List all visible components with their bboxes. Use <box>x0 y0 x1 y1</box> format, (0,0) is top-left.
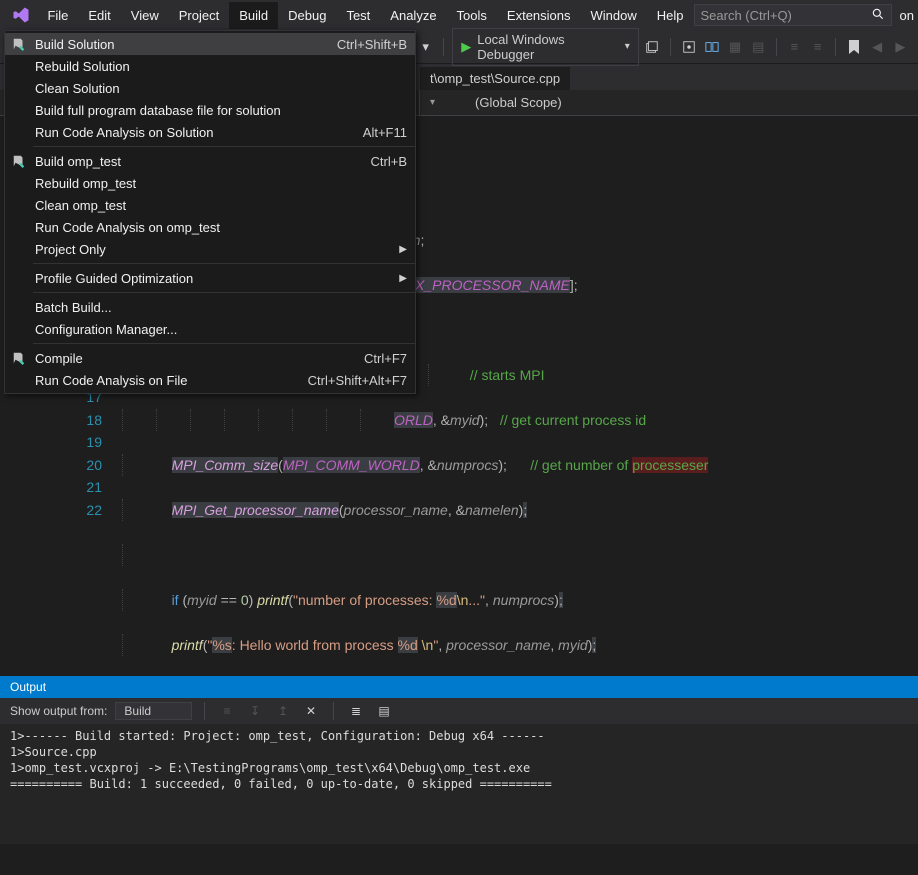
output-panel-header[interactable]: Output <box>0 676 918 698</box>
menu-item-run-code-analysis-on-file[interactable]: Run Code Analysis on FileCtrl+Shift+Alt+… <box>5 369 415 391</box>
dropdown-icon[interactable]: ▾ <box>416 37 435 57</box>
chevron-right-icon: ▶ <box>399 244 407 255</box>
output-icon-end[interactable]: ▤ <box>374 701 394 721</box>
output-text[interactable]: 1>------ Build started: Project: omp_tes… <box>0 724 918 844</box>
menu-view[interactable]: View <box>121 2 169 29</box>
run-label: Local Windows Debugger <box>477 32 618 62</box>
menu-item-clean-omp-test[interactable]: Clean omp_test <box>5 194 415 216</box>
search-placeholder: Search (Ctrl+Q) <box>701 8 792 23</box>
build-icon <box>11 154 27 168</box>
show-output-from-label: Show output from: <box>10 704 107 718</box>
play-icon: ▶ <box>461 39 471 55</box>
toolbar-icon-1[interactable] <box>643 37 662 57</box>
search-input[interactable]: Search (Ctrl+Q) <box>694 4 892 26</box>
scope-selector-left[interactable]: ▾ <box>420 93 445 112</box>
vs-logo-icon <box>10 3 31 27</box>
menu-item-rebuild-solution[interactable]: Rebuild Solution <box>5 55 415 77</box>
menu-build[interactable]: Build <box>229 2 278 29</box>
menu-item-build-full-program-database-file-for-solution[interactable]: Build full program database file for sol… <box>5 99 415 121</box>
menu-extensions[interactable]: Extensions <box>497 2 581 29</box>
menu-item-rebuild-omp-test[interactable]: Rebuild omp_test <box>5 172 415 194</box>
chevron-down-icon: ▾ <box>430 97 435 108</box>
toolbar-icon-4[interactable]: ▦ <box>725 37 744 57</box>
output-icon-3[interactable]: ↥ <box>273 701 293 721</box>
search-icon <box>871 7 885 24</box>
active-tab[interactable]: t\omp_test\Source.cpp <box>420 67 570 90</box>
toolbar-icon-3[interactable] <box>702 37 721 57</box>
run-debugger-button[interactable]: ▶ Local Windows Debugger ▾ <box>452 28 639 66</box>
menu-item-build-solution[interactable]: Build SolutionCtrl+Shift+B <box>5 33 415 55</box>
output-icon-1[interactable]: ≡ <box>217 701 237 721</box>
output-source-dropdown[interactable]: Build <box>115 702 192 720</box>
bookmark-next-icon[interactable]: ▶ <box>891 37 910 57</box>
build-icon <box>11 37 27 51</box>
chevron-right-icon: ▶ <box>399 273 407 284</box>
output-toolbar: Show output from: Build ≡ ↧ ↥ ✕ ≣ ▤ <box>0 698 918 724</box>
menu-file[interactable]: File <box>37 2 78 29</box>
menu-item-batch-build-[interactable]: Batch Build... <box>5 296 415 318</box>
menu-item-compile[interactable]: CompileCtrl+F7 <box>5 347 415 369</box>
menu-item-configuration-manager-[interactable]: Configuration Manager... <box>5 318 415 340</box>
menu-analyze[interactable]: Analyze <box>380 2 446 29</box>
menu-debug[interactable]: Debug <box>278 2 336 29</box>
menu-item-run-code-analysis-on-solution[interactable]: Run Code Analysis on SolutionAlt+F11 <box>5 121 415 143</box>
user-label[interactable]: on <box>900 8 914 23</box>
toolbar-icon-2[interactable] <box>679 37 698 57</box>
compile-icon <box>11 351 27 365</box>
menu-item-clean-solution[interactable]: Clean Solution <box>5 77 415 99</box>
menu-item-build-omp-test[interactable]: Build omp_testCtrl+B <box>5 150 415 172</box>
menu-item-run-code-analysis-on-omp-test[interactable]: Run Code Analysis on omp_test <box>5 216 415 238</box>
menu-project[interactable]: Project <box>169 2 229 29</box>
output-wrap-icon[interactable]: ≣ <box>346 701 366 721</box>
menu-tools[interactable]: Tools <box>447 2 497 29</box>
chevron-down-icon: ▾ <box>625 41 630 52</box>
menu-item-project-only[interactable]: Project Only▶ <box>5 238 415 260</box>
output-clear-icon[interactable]: ✕ <box>301 701 321 721</box>
menu-window[interactable]: Window <box>581 2 647 29</box>
outdent-icon[interactable]: ≡ <box>785 37 804 57</box>
output-icon-2[interactable]: ↧ <box>245 701 265 721</box>
bookmark-icon[interactable] <box>844 37 863 57</box>
bookmark-prev-icon[interactable]: ◀ <box>868 37 887 57</box>
menu-item-profile-guided-optimization[interactable]: Profile Guided Optimization▶ <box>5 267 415 289</box>
toolbar-icon-5[interactable]: ▤ <box>749 37 768 57</box>
indent-icon[interactable]: ≡ <box>808 37 827 57</box>
build-menu-dropdown: Build SolutionCtrl+Shift+BRebuild Soluti… <box>4 30 416 394</box>
menu-bar: FileEditViewProjectBuildDebugTestAnalyze… <box>0 0 918 30</box>
menu-help[interactable]: Help <box>647 2 694 29</box>
menu-edit[interactable]: Edit <box>78 2 120 29</box>
menu-test[interactable]: Test <box>336 2 380 29</box>
scope-selector-global[interactable]: (Global Scope) <box>465 91 572 114</box>
